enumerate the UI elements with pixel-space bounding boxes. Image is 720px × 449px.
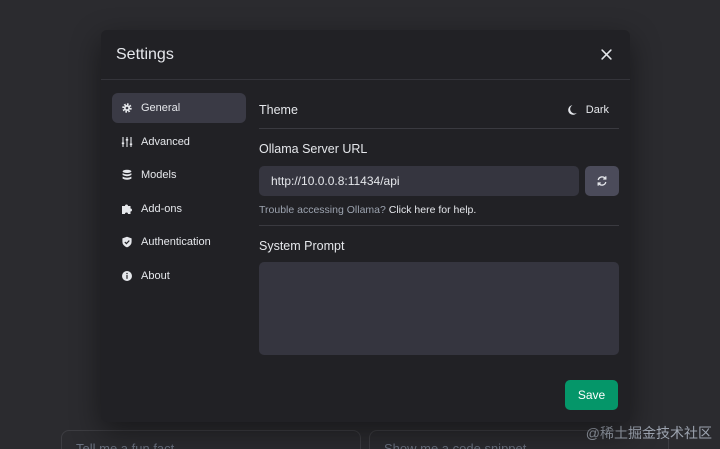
settings-sidebar: General Advanced Models Add-ons Authenti… xyxy=(112,93,246,294)
theme-toggle-button[interactable]: Dark xyxy=(567,103,619,116)
sidebar-item-advanced[interactable]: Advanced xyxy=(112,127,246,157)
watermark: @稀土掘金技术社区 xyxy=(585,425,712,441)
modal-title: Settings xyxy=(116,45,174,63)
settings-content: Theme Dark Ollama Server URL Troubl xyxy=(259,93,619,360)
settings-modal: Settings General Advanced Models Add-ons… xyxy=(101,30,630,422)
sidebar-item-label: General xyxy=(141,102,181,114)
theme-value: Dark xyxy=(585,103,609,116)
sidebar-item-label: About xyxy=(141,269,170,282)
shield-icon xyxy=(121,236,133,248)
refresh-icon xyxy=(597,176,607,186)
sidebar-item-addons[interactable]: Add-ons xyxy=(112,194,246,224)
sidebar-item-general[interactable]: General xyxy=(112,93,246,123)
sidebar-item-authentication[interactable]: Authentication xyxy=(112,227,246,257)
divider xyxy=(259,225,619,226)
sidebar-item-about[interactable]: About xyxy=(112,261,246,291)
help-text: Trouble accessing Ollama? Click here for… xyxy=(259,204,619,216)
sidebar-item-models[interactable]: Models xyxy=(112,160,246,190)
system-prompt-textarea[interactable] xyxy=(259,262,619,355)
help-prefix: Trouble accessing Ollama? xyxy=(259,204,386,216)
info-icon xyxy=(121,270,133,282)
sliders-icon xyxy=(121,136,133,148)
theme-label: Theme xyxy=(259,102,298,117)
help-link[interactable]: Click here for help. xyxy=(389,204,477,216)
sidebar-item-label: Authentication xyxy=(141,236,211,248)
save-button[interactable]: Save xyxy=(565,380,618,410)
theme-row: Theme Dark xyxy=(259,93,619,129)
close-button[interactable] xyxy=(597,46,615,64)
refresh-button[interactable] xyxy=(585,166,619,196)
server-url-label: Ollama Server URL xyxy=(259,142,368,156)
system-prompt-label: System Prompt xyxy=(259,239,345,253)
close-icon xyxy=(600,49,612,60)
modal-header: Settings xyxy=(101,30,630,80)
server-url-input[interactable] xyxy=(259,166,579,196)
moon-icon xyxy=(567,104,577,115)
sidebar-item-label: Advanced xyxy=(141,135,190,148)
sidebar-item-label: Models xyxy=(141,169,177,181)
database-icon xyxy=(121,169,133,181)
suggestion-card[interactable]: Tell me a fun fact xyxy=(61,430,361,449)
puzzle-icon xyxy=(121,203,133,215)
gear-icon xyxy=(121,102,133,114)
sidebar-item-label: Add-ons xyxy=(141,202,182,215)
server-url-row xyxy=(259,166,619,196)
